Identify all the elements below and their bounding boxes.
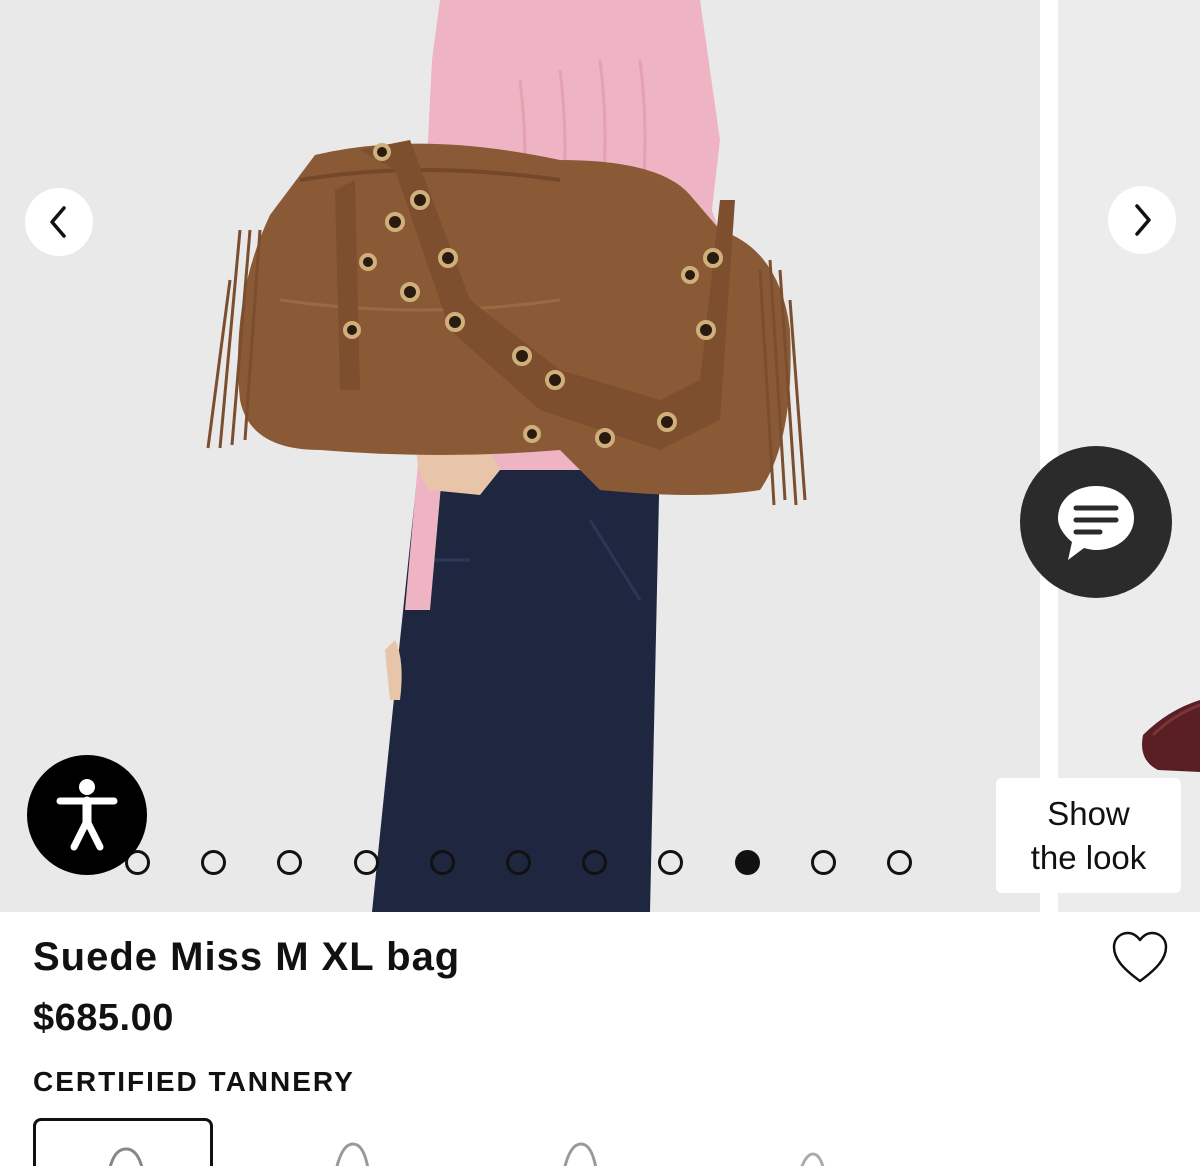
previous-slide-button[interactable] bbox=[25, 188, 93, 256]
product-gallery: Show the look bbox=[0, 0, 1200, 912]
accessibility-icon bbox=[56, 779, 118, 851]
carousel-dot[interactable] bbox=[658, 850, 683, 875]
next-slide-button[interactable] bbox=[1108, 186, 1176, 254]
carousel-dot[interactable] bbox=[201, 850, 226, 875]
carousel-dot[interactable] bbox=[811, 850, 836, 875]
carousel-dot[interactable] bbox=[277, 850, 302, 875]
variant-thumbnail-image bbox=[800, 1152, 825, 1166]
chat-bubble-icon bbox=[1058, 486, 1134, 560]
show-the-look-button[interactable]: Show the look bbox=[996, 778, 1181, 893]
gallery-slide-current[interactable] bbox=[0, 0, 1040, 912]
product-photo bbox=[0, 0, 1040, 912]
variant-thumbnail[interactable] bbox=[265, 1118, 445, 1166]
carousel-dot[interactable] bbox=[506, 850, 531, 875]
variant-thumbnail-image bbox=[108, 1147, 144, 1166]
variant-thumbnail-image bbox=[563, 1142, 598, 1166]
variant-thumbnail-selected[interactable] bbox=[33, 1118, 213, 1166]
variant-thumbnail[interactable] bbox=[495, 1118, 675, 1166]
heart-icon bbox=[1112, 931, 1168, 983]
product-title: Suede Miss M XL bag bbox=[33, 935, 461, 979]
product-price: $685.00 bbox=[33, 997, 174, 1039]
chat-button[interactable] bbox=[1020, 446, 1172, 598]
add-to-wishlist-button[interactable] bbox=[1110, 928, 1170, 988]
carousel-dot-active[interactable] bbox=[735, 850, 760, 875]
variant-thumbnail[interactable] bbox=[725, 1118, 905, 1166]
chevron-left-icon bbox=[50, 206, 66, 238]
variant-thumbnail-image bbox=[335, 1142, 370, 1166]
slide-divider bbox=[1040, 0, 1058, 912]
carousel-dot[interactable] bbox=[887, 850, 912, 875]
show-the-look-label-line2: the look bbox=[1030, 838, 1147, 876]
carousel-dot[interactable] bbox=[582, 850, 607, 875]
chevron-right-icon bbox=[1135, 204, 1151, 236]
carousel-dot[interactable] bbox=[430, 850, 455, 875]
carousel-dot[interactable] bbox=[354, 850, 379, 875]
certified-tannery-badge: CERTIFIED TANNERY bbox=[33, 1066, 355, 1097]
show-the-look-label-line1: Show bbox=[1047, 794, 1130, 832]
accessibility-button[interactable] bbox=[27, 755, 147, 875]
